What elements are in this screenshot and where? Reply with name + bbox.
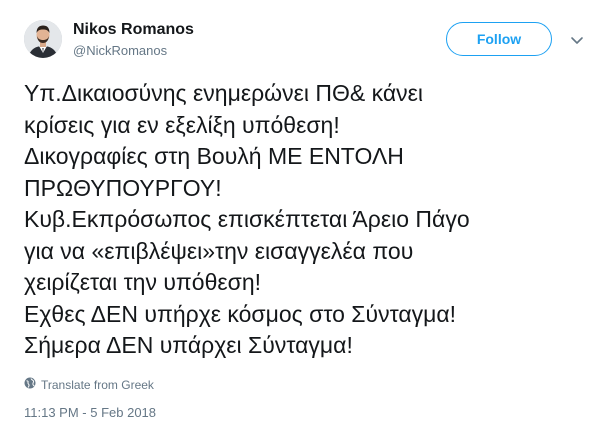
translate-label: Translate from Greek <box>41 378 154 392</box>
follow-button[interactable]: Follow <box>446 22 552 56</box>
chevron-down-icon[interactable] <box>570 33 584 44</box>
translate-link[interactable]: Translate from Greek <box>24 376 154 394</box>
avatar[interactable] <box>24 20 62 58</box>
globe-icon <box>24 376 36 394</box>
tweet-card: Nikos Romanos @NickRomanos Follow Υπ.Δικ… <box>0 0 606 433</box>
user-avatar-icon <box>24 20 62 58</box>
author-handle[interactable]: @NickRomanos <box>73 42 194 60</box>
tweet-timestamp[interactable]: 11:13 PM - 5 Feb 2018 <box>24 405 156 421</box>
author-display-name[interactable]: Nikos Romanos <box>73 20 194 40</box>
author-info: Nikos Romanos @NickRomanos <box>73 20 194 60</box>
tweet-text: Υπ.Δικαιοσύνης ενημερώνει ΠΘ& κάνει κρίσ… <box>24 80 470 358</box>
